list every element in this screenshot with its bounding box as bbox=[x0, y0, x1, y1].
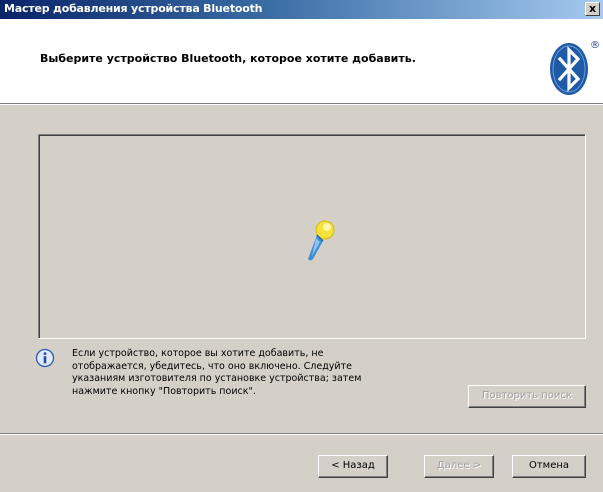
bluetooth-wizard-window: Мастер добавления устройства Bluetooth x… bbox=[0, 0, 603, 492]
footer-divider bbox=[0, 433, 603, 435]
info-message: Если устройство, которое вы хотите добав… bbox=[72, 348, 452, 398]
next-button[interactable]: Далее > bbox=[424, 455, 494, 478]
info-icon bbox=[35, 348, 55, 368]
searching-icon bbox=[308, 220, 335, 261]
registered-mark: ® bbox=[590, 40, 600, 51]
info-line: отображается, убедитесь, что оно включен… bbox=[72, 360, 352, 372]
retry-search-button[interactable]: Повторить поиск bbox=[468, 385, 586, 408]
close-button[interactable]: x bbox=[585, 2, 600, 16]
wizard-header: Выберите устройство Bluetooth, которое х… bbox=[0, 19, 603, 104]
header-divider bbox=[0, 104, 603, 105]
back-button[interactable]: < Назад bbox=[318, 455, 388, 478]
device-list-panel[interactable] bbox=[38, 134, 586, 339]
info-line: указаниям изготовителя по установке устр… bbox=[72, 373, 362, 384]
cancel-button[interactable]: Отмена bbox=[512, 455, 586, 478]
wizard-subtitle: Выберите устройство Bluetooth, которое х… bbox=[40, 52, 416, 65]
info-line: Если устройство, которое вы хотите добав… bbox=[72, 348, 324, 359]
bluetooth-icon bbox=[550, 43, 588, 95]
window-title: Мастер добавления устройства Bluetooth bbox=[4, 2, 263, 15]
info-line: нажмите кнопку "Повторить поиск". bbox=[72, 385, 256, 397]
title-bar[interactable]: Мастер добавления устройства Bluetooth x bbox=[0, 0, 603, 19]
